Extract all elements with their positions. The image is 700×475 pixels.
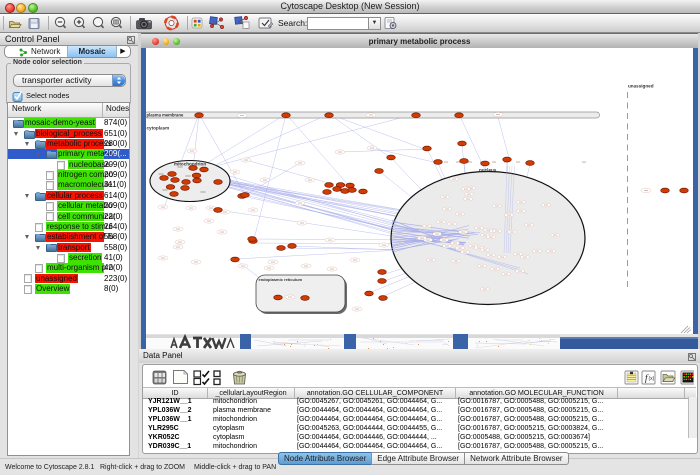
svg-text:unassigned: unassigned [628, 84, 654, 89]
svg-text:endoplasmic reticulum: endoplasmic reticulum [259, 277, 303, 282]
svg-text:nucleus: nucleus [479, 168, 497, 173]
svg-text:(x): (x) [649, 376, 655, 382]
svg-text:cytoplasm: cytoplasm [147, 126, 170, 131]
svg-text:plasma membrane: plasma membrane [147, 113, 184, 118]
